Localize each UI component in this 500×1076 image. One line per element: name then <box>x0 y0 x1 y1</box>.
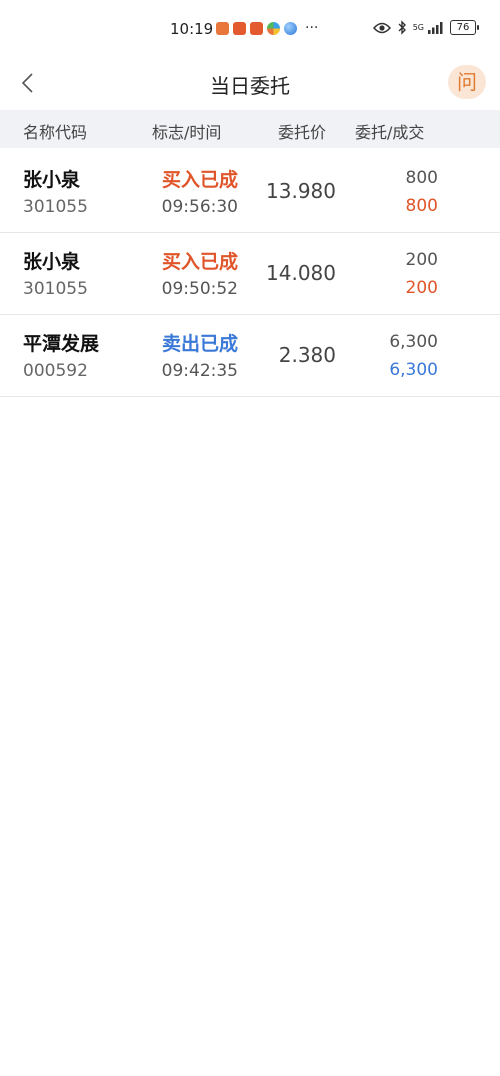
order-quantity: 800 <box>405 168 438 188</box>
signal-icon <box>428 22 443 34</box>
column-header-price: 委托价 <box>278 123 327 142</box>
order-time: 09:42:35 <box>161 361 238 381</box>
order-price: 2.380 <box>278 343 336 367</box>
table-row[interactable]: 平潭发展 000592 卖出已成 09:42:35 2.380 6,300 6,… <box>0 315 500 397</box>
order-status: 买入已成 <box>161 251 238 273</box>
filled-quantity: 200 <box>405 278 438 298</box>
eye-icon <box>372 22 391 33</box>
column-header-qty-filled: 委托/成交 <box>355 123 425 142</box>
nav-header: 当日委托 问 <box>0 60 500 108</box>
column-header-name: 名称代码 <box>23 123 88 142</box>
app-screen: 10:19 ··· 5G 76 当日委托 问 名称代码 标志/时间 委托价 委托… <box>0 0 500 1076</box>
order-price: 13.980 <box>266 179 336 203</box>
network-type: 5G <box>412 22 424 32</box>
table-row[interactable]: 张小泉 301055 买入已成 09:50:52 14.080 200 200 <box>0 233 500 315</box>
page-title: 当日委托 <box>210 74 290 98</box>
app-notification-icon <box>267 22 280 35</box>
stock-name: 张小泉 <box>23 251 81 273</box>
order-quantity: 200 <box>405 250 438 270</box>
filled-quantity: 800 <box>405 196 438 216</box>
ask-button[interactable]: 问 <box>448 65 486 99</box>
bluetooth-icon <box>398 20 406 35</box>
order-quantity: 6,300 <box>389 332 438 352</box>
battery-icon: 76 <box>450 20 479 35</box>
order-price: 14.080 <box>266 261 336 285</box>
stock-code: 301055 <box>23 279 88 299</box>
taobao-notification-icon <box>250 22 263 35</box>
order-status: 买入已成 <box>161 169 238 191</box>
stock-code: 301055 <box>23 197 88 217</box>
taobao-notification-icon <box>233 22 246 35</box>
table-row[interactable]: 张小泉 301055 买入已成 09:56:30 13.980 800 800 <box>0 151 500 233</box>
filled-quantity: 6,300 <box>389 360 438 380</box>
system-icons: 5G 76 <box>372 20 479 35</box>
app-notification-icon <box>284 22 297 35</box>
status-bar: 10:19 ··· 5G 76 <box>0 0 500 60</box>
stock-name: 张小泉 <box>23 169 81 191</box>
order-status: 卖出已成 <box>161 333 238 355</box>
column-header-flag-time: 标志/时间 <box>152 123 222 142</box>
notification-icons: ··· <box>216 20 319 36</box>
app-notification-icon <box>216 22 229 35</box>
table-header: 名称代码 标志/时间 委托价 委托/成交 <box>0 110 500 148</box>
order-time: 09:56:30 <box>161 197 238 217</box>
status-time: 10:19 <box>170 20 214 38</box>
stock-code: 000592 <box>23 361 88 381</box>
order-time: 09:50:52 <box>161 279 238 299</box>
stock-name: 平潭发展 <box>23 333 100 355</box>
more-notifications-icon: ··· <box>305 20 319 36</box>
